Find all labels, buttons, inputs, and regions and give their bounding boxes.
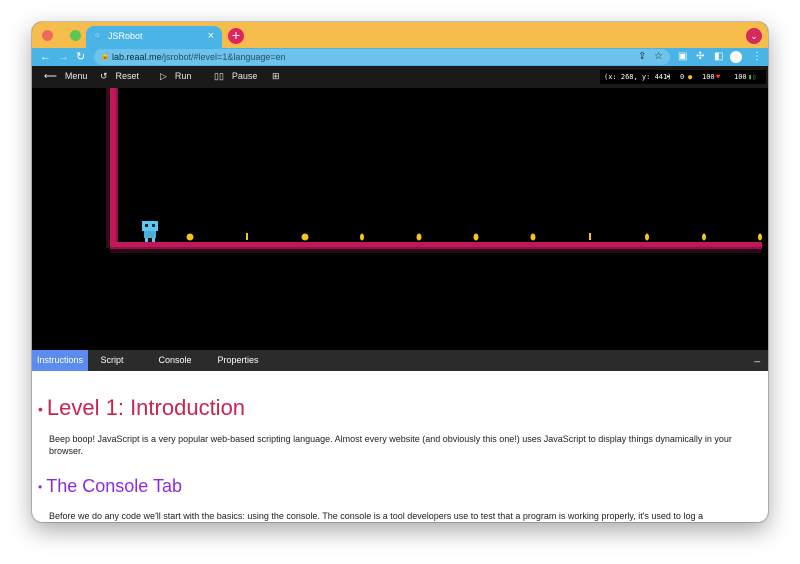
health-value: 100 <box>702 73 715 81</box>
tab-title: JSRobot <box>108 31 143 41</box>
tab-console[interactable]: Console <box>152 350 198 371</box>
close-tab-icon[interactable]: × <box>208 30 214 42</box>
extension-icon[interactable]: ▣ <box>678 50 687 64</box>
sidebar-icon[interactable]: ◧ <box>714 50 723 64</box>
run-button[interactable]: ▷ Run <box>160 71 191 82</box>
menu-button[interactable]: ⟵ Menu <box>44 71 87 82</box>
coin-item-icon <box>530 233 536 241</box>
status-readout: (x: 268, y: 441) ➤ 0 ● 100 ♥ 100 ▮▯ <box>600 70 766 84</box>
favicon-icon: ⁘ <box>94 31 101 40</box>
arrow-left-icon: ⟵ <box>44 71 57 81</box>
game-toolbar: ⟵ Menu ↺ Reset ▷ Run ▯▯ Pause ⊞ (x: 268, y: … <box>32 66 768 88</box>
coin-item-icon <box>360 233 364 241</box>
coin-item-icon <box>473 233 479 241</box>
robot-sprite <box>142 221 158 242</box>
forward-arrow-icon[interactable]: → <box>58 49 69 65</box>
grid-icon: ⊞ <box>272 71 280 81</box>
gear-item-icon <box>186 233 194 241</box>
tab-script[interactable]: Script <box>92 350 132 371</box>
bookmark-star-icon[interactable]: ☆ <box>654 51 663 63</box>
share-icon[interactable]: ⇪ <box>638 51 646 63</box>
game-scene <box>106 88 762 253</box>
coin-item-icon <box>416 233 422 241</box>
puzzle-icon[interactable]: ✣ <box>696 50 704 64</box>
key-item-icon <box>589 233 591 240</box>
level-heading: • Level 1: Introduction <box>38 395 246 420</box>
gear-item-icon <box>301 233 309 241</box>
grid-button[interactable]: ⊞ <box>272 71 280 82</box>
browser-tab[interactable]: ⁘ JSRobot × <box>86 26 222 48</box>
title-bar: ⁘ JSRobot × + ⌄ <box>32 22 768 48</box>
close-window-button[interactable] <box>42 30 53 41</box>
profile-avatar-icon[interactable] <box>730 51 742 63</box>
pause-button[interactable]: ▯▯ Pause <box>214 71 257 82</box>
address-bar[interactable]: 🔒 lab.reaal.me/jsrobot/#level=1&language… <box>94 49 670 65</box>
battery-icon: ▮▯ <box>748 73 757 81</box>
reload-icon[interactable]: ↻ <box>76 49 85 65</box>
coin-item-icon <box>758 233 762 241</box>
game-canvas[interactable] <box>32 88 768 350</box>
intro-paragraph: Beep boop! JavaScript is a very popular … <box>49 434 732 456</box>
reset-button[interactable]: ↺ Reset <box>100 71 139 82</box>
tab-properties[interactable]: Properties <box>210 350 266 371</box>
browser-window: ⁘ JSRobot × + ⌄ ← → ↻ 🔒 lab.reaal.me/jsr… <box>32 22 768 522</box>
pause-icon: ▯▯ <box>214 71 224 81</box>
left-wall <box>106 88 118 248</box>
zoom-window-button[interactable] <box>70 30 81 41</box>
chevron-down-icon[interactable]: ⌄ <box>746 28 762 44</box>
instructions-content: • Level 1: Introduction Beep boop! JavaSc… <box>32 371 768 522</box>
play-icon: ▷ <box>160 71 167 81</box>
minimize-window-button[interactable] <box>56 30 67 41</box>
tab-instructions[interactable]: Instructions <box>32 350 88 371</box>
heart-icon: ♥ <box>716 73 721 81</box>
cursor-icon: ➤ <box>666 73 671 81</box>
ground-platform <box>110 242 762 253</box>
battery-value: 100 <box>734 73 747 81</box>
back-arrow-icon[interactable]: ← <box>40 49 51 65</box>
new-tab-button[interactable]: + <box>228 28 244 44</box>
coin-icon: ● <box>688 73 693 81</box>
coordinates-readout: (x: 268, y: 441) <box>604 73 672 81</box>
url-text: lab.reaal.me/jsrobot/#level=1&language=e… <box>112 52 286 62</box>
coin-item-icon <box>645 233 649 241</box>
reset-icon: ↺ <box>100 71 108 81</box>
console-heading: • The Console Tab <box>38 476 182 496</box>
coin-count: 0 <box>680 73 685 81</box>
items-row <box>186 233 762 241</box>
more-menu-icon[interactable]: ⋮ <box>752 50 762 64</box>
lock-icon: 🔒 <box>100 51 110 60</box>
panel-tabs: Instructions Script Console Properties _ <box>32 350 768 371</box>
minimize-panel-button[interactable]: _ <box>754 352 760 363</box>
browser-toolbar: ← → ↻ 🔒 lab.reaal.me/jsrobot/#level=1&la… <box>32 48 768 66</box>
coin-item-icon <box>702 233 706 241</box>
console-paragraph: Before we do any code we'll start with t… <box>49 511 703 521</box>
key-item-icon <box>246 233 248 240</box>
